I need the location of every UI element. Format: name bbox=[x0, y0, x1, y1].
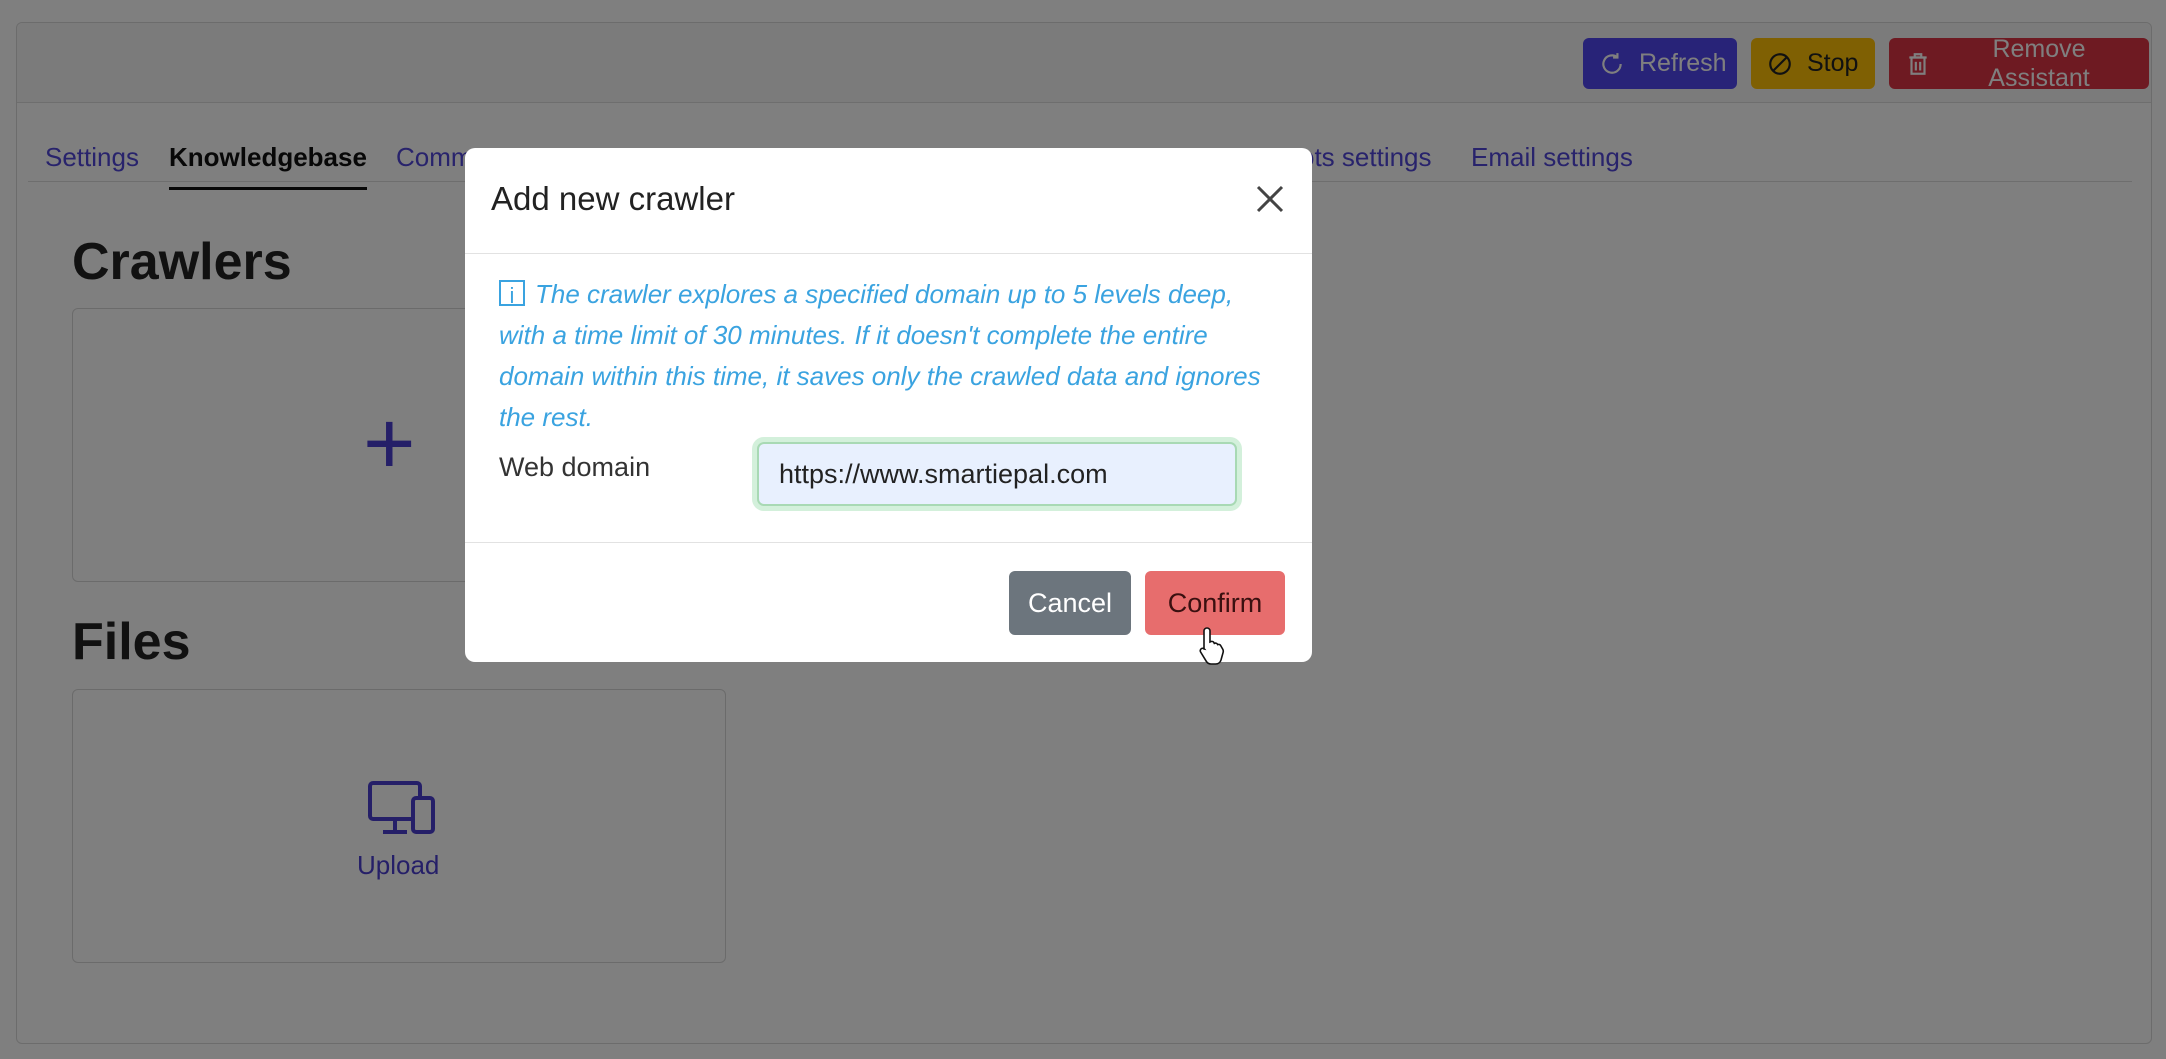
add-crawler-modal: Add new crawler The crawler explores a s… bbox=[465, 148, 1312, 662]
close-button[interactable] bbox=[1250, 180, 1290, 220]
crawler-info: The crawler explores a specified domain … bbox=[499, 274, 1279, 438]
close-icon bbox=[1256, 185, 1284, 212]
modal-title: Add new crawler bbox=[491, 180, 735, 217]
cancel-button[interactable]: Cancel bbox=[1009, 571, 1131, 635]
web-domain-label: Web domain bbox=[499, 452, 651, 482]
hand-cursor-icon bbox=[1199, 627, 1225, 665]
crawler-info-text: The crawler explores a specified domain … bbox=[499, 279, 1261, 432]
modal-header: Add new crawler bbox=[465, 148, 1312, 254]
info-icon bbox=[499, 275, 525, 316]
modal-footer: Cancel Confirm bbox=[465, 542, 1312, 662]
web-domain-input[interactable] bbox=[757, 442, 1237, 506]
